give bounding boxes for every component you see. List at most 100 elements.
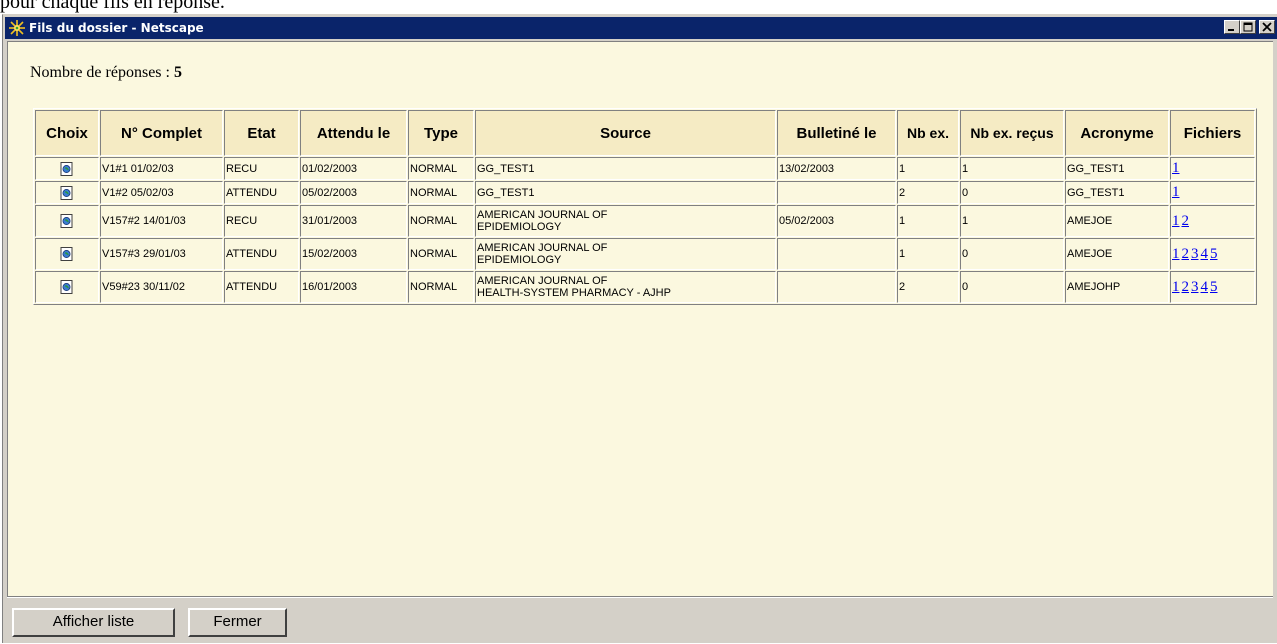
file-link[interactable]: 4 bbox=[1201, 279, 1209, 295]
title-bar[interactable]: Fils du dossier - Netscape bbox=[5, 17, 1277, 39]
close-button[interactable] bbox=[1259, 20, 1275, 34]
document-icon bbox=[60, 247, 73, 261]
nb-ex-cell: 2 bbox=[897, 271, 959, 303]
file-link[interactable]: 2 bbox=[1182, 213, 1190, 229]
fichiers-cell: 12345 bbox=[1170, 238, 1255, 270]
column-header-attendu: Attendu le bbox=[300, 110, 407, 156]
numero-cell: V59#23 30/11/02 bbox=[100, 271, 223, 303]
document-icon bbox=[60, 280, 73, 294]
fichiers-cell: 12 bbox=[1170, 205, 1255, 237]
popup-window: Fils du dossier - Netscape Nombre de rép… bbox=[2, 14, 1277, 643]
column-header-acronyme: Acronyme bbox=[1065, 110, 1169, 156]
type-cell: NORMAL bbox=[408, 271, 474, 303]
attendu-cell: 15/02/2003 bbox=[300, 238, 407, 270]
acronyme-cell: AMEJOE bbox=[1065, 238, 1169, 270]
table-row: V157#3 29/01/03 ATTENDU 15/02/2003 NORMAL AM… bbox=[35, 238, 1255, 270]
column-header-bulletine: Bulletiné le bbox=[777, 110, 896, 156]
choice-cell[interactable] bbox=[35, 238, 99, 270]
etat-cell: ATTENDU bbox=[224, 238, 299, 270]
type-cell: NORMAL bbox=[408, 238, 474, 270]
subscriptions-table: Choix N° Complet Etat Attendu le Type So… bbox=[33, 108, 1257, 305]
nb-ex-cell: 1 bbox=[897, 157, 959, 180]
column-header-fichiers: Fichiers bbox=[1170, 110, 1255, 156]
close-icon bbox=[1262, 22, 1272, 32]
numero-cell: V1#1 01/02/03 bbox=[100, 157, 223, 180]
file-link[interactable]: 1 bbox=[1172, 160, 1180, 176]
type-cell: NORMAL bbox=[408, 157, 474, 180]
document-icon bbox=[60, 185, 73, 200]
background-page-text: pour chaque fils en réponse. bbox=[0, 0, 225, 13]
attendu-cell: 16/01/2003 bbox=[300, 271, 407, 303]
choice-cell[interactable] bbox=[35, 181, 99, 204]
nb-recus-cell: 0 bbox=[960, 181, 1064, 204]
table-row: V1#1 01/02/03 RECU 01/02/2003 NORMAL GG_TEST… bbox=[35, 157, 1255, 180]
source-line: EPIDEMIOLOGY bbox=[477, 254, 562, 266]
acronyme-cell: GG_TEST1 bbox=[1065, 181, 1169, 204]
file-link[interactable]: 1 bbox=[1172, 279, 1180, 295]
file-link[interactable]: 2 bbox=[1182, 279, 1190, 295]
choice-cell[interactable] bbox=[35, 157, 99, 180]
source-line: HEALTH-SYSTEM PHARMACY - AJHP bbox=[477, 287, 671, 299]
result-count-value: 5 bbox=[173, 64, 182, 81]
column-header-type: Type bbox=[408, 110, 474, 156]
choice-cell[interactable] bbox=[35, 205, 99, 237]
content-area: Nombre de réponses : 5 Choix N° Complet … bbox=[7, 41, 1273, 596]
column-header-nb-recus: Nb ex. reçus bbox=[960, 110, 1064, 156]
etat-cell: RECU bbox=[224, 205, 299, 237]
fermer-button[interactable]: Fermer bbox=[188, 608, 287, 637]
numero-cell: V157#3 29/01/03 bbox=[100, 238, 223, 270]
column-header-choix: Choix bbox=[35, 110, 99, 156]
bulletine-cell bbox=[777, 181, 896, 204]
bulletine-cell bbox=[777, 238, 896, 270]
file-link[interactable]: 5 bbox=[1210, 246, 1218, 262]
source-line: GG_TEST1 bbox=[477, 186, 535, 199]
source-line: EPIDEMIOLOGY bbox=[477, 221, 562, 233]
file-link[interactable]: 2 bbox=[1182, 246, 1190, 262]
source-line: GG_TEST1 bbox=[477, 162, 535, 175]
acronyme-cell: AMEJOE bbox=[1065, 205, 1169, 237]
choice-cell[interactable] bbox=[35, 271, 99, 303]
fichiers-cell: 1 bbox=[1170, 157, 1255, 180]
minimize-icon bbox=[1228, 29, 1234, 31]
file-link[interactable]: 1 bbox=[1172, 213, 1180, 229]
source-cell: GG_TEST1 bbox=[475, 181, 776, 204]
bulletine-cell: 05/02/2003 bbox=[777, 205, 896, 237]
nb-ex-cell: 2 bbox=[897, 181, 959, 204]
result-count: Nombre de réponses : 5 bbox=[30, 64, 182, 82]
attendu-cell: 05/02/2003 bbox=[300, 181, 407, 204]
source-cell: AMERICAN JOURNAL OF EPIDEMIOLOGY bbox=[475, 205, 776, 237]
acronyme-cell: AMEJOHP bbox=[1065, 271, 1169, 303]
window-title: Fils du dossier - Netscape bbox=[29, 21, 204, 35]
acronyme-cell: GG_TEST1 bbox=[1065, 157, 1169, 180]
table-row: V59#23 30/11/02 ATTENDU 16/01/2003 NORMAL AM… bbox=[35, 271, 1255, 303]
maximize-button[interactable] bbox=[1240, 20, 1256, 34]
source-cell: GG_TEST1 bbox=[475, 157, 776, 180]
type-cell: NORMAL bbox=[408, 181, 474, 204]
document-icon bbox=[60, 161, 73, 176]
file-link[interactable]: 3 bbox=[1191, 279, 1199, 295]
file-link[interactable]: 4 bbox=[1201, 246, 1209, 262]
column-header-source: Source bbox=[475, 110, 776, 156]
source-line: AMERICAN JOURNAL OF bbox=[477, 275, 608, 287]
fichiers-cell: 1 bbox=[1170, 181, 1255, 204]
bulletine-cell: 13/02/2003 bbox=[777, 157, 896, 180]
bulletine-cell bbox=[777, 271, 896, 303]
etat-cell: RECU bbox=[224, 157, 299, 180]
column-header-etat: Etat bbox=[224, 110, 299, 156]
nb-recus-cell: 1 bbox=[960, 205, 1064, 237]
afficher-liste-button[interactable]: Afficher liste bbox=[12, 608, 175, 637]
column-header-nb-ex: Nb ex. bbox=[897, 110, 959, 156]
attendu-cell: 01/02/2003 bbox=[300, 157, 407, 180]
file-link[interactable]: 1 bbox=[1172, 246, 1180, 262]
attendu-cell: 31/01/2003 bbox=[300, 205, 407, 237]
etat-cell: ATTENDU bbox=[224, 271, 299, 303]
minimize-button[interactable] bbox=[1224, 20, 1240, 34]
file-link[interactable]: 3 bbox=[1191, 246, 1199, 262]
column-header-numero: N° Complet bbox=[100, 110, 223, 156]
file-link[interactable]: 1 bbox=[1172, 184, 1180, 200]
netscape-icon bbox=[8, 19, 26, 37]
etat-cell: ATTENDU bbox=[224, 181, 299, 204]
nb-recus-cell: 0 bbox=[960, 238, 1064, 270]
file-link[interactable]: 5 bbox=[1210, 279, 1218, 295]
source-line: AMERICAN JOURNAL OF bbox=[477, 242, 608, 254]
